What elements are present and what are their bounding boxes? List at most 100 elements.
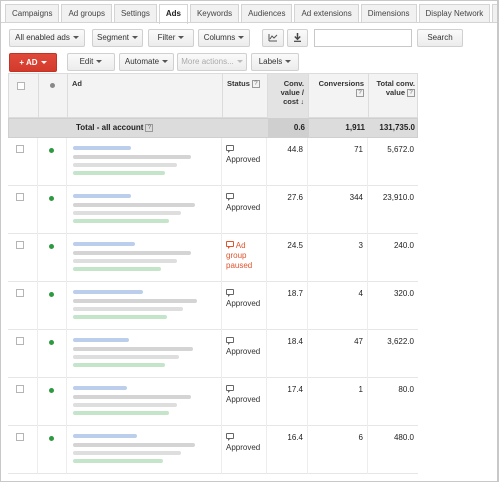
ad-description-blurred	[73, 163, 177, 167]
help-icon[interactable]: ?	[356, 89, 364, 98]
ad-headline-blurred[interactable]	[73, 242, 135, 246]
table-row: Approved 16.4 6 480.0	[8, 426, 418, 474]
help-icon[interactable]: ?	[145, 123, 154, 132]
tab-ad-extensions[interactable]: Ad extensions	[294, 4, 359, 23]
row-checkbox[interactable]	[16, 145, 24, 153]
ad-status-filter-select[interactable]: All enabled ads	[9, 29, 85, 47]
download-button[interactable]	[287, 29, 308, 47]
header-total-conv-value[interactable]: Total conv. value?	[369, 74, 419, 119]
row-conv-value-cost: 44.8	[267, 138, 308, 186]
select-all-checkbox[interactable]	[17, 82, 25, 90]
search-button[interactable]: Search	[417, 29, 463, 47]
chart-toggle-button[interactable]	[262, 29, 284, 47]
enabled-status-dot-icon[interactable]	[49, 148, 54, 153]
tab-dimensions[interactable]: Dimensions	[360, 4, 417, 23]
add-ad-button[interactable]: + AD	[9, 53, 57, 72]
table-row: Approved 18.7 4 320.0	[8, 282, 418, 330]
ad-headline-blurred[interactable]	[73, 194, 131, 198]
ad-description-blurred	[73, 259, 177, 263]
chevron-down-icon	[132, 36, 139, 40]
ad-preview-cell[interactable]	[67, 186, 222, 234]
header-status[interactable]: Status?	[223, 74, 268, 119]
ad-description-blurred	[73, 155, 191, 159]
row-checkbox[interactable]	[16, 433, 24, 441]
ad-preview-cell[interactable]	[67, 426, 222, 474]
chevron-down-icon	[40, 61, 47, 65]
enabled-status-dot-icon[interactable]	[49, 436, 54, 441]
row-status-dot-cell	[38, 282, 67, 330]
ad-status: Ad group paused	[226, 241, 262, 271]
ad-preview-cell[interactable]	[67, 234, 222, 282]
row-checkbox[interactable]	[16, 337, 24, 345]
tabs-divider	[1, 22, 498, 23]
row-status-dot-cell	[38, 378, 67, 426]
header-ad[interactable]: Ad	[68, 74, 223, 119]
row-conv-value-cost: 17.4	[267, 378, 308, 426]
row-conv-value-cost: 16.4	[267, 426, 308, 474]
enabled-status-dot-icon[interactable]	[49, 340, 54, 345]
ad-headline-blurred[interactable]	[73, 386, 127, 390]
ad-headline-blurred[interactable]	[73, 146, 131, 150]
speech-bubble-icon[interactable]	[226, 145, 234, 153]
enabled-status-dot-icon[interactable]	[49, 292, 54, 297]
header-conversions[interactable]: Conversions?	[309, 74, 369, 119]
row-checkbox[interactable]	[16, 289, 24, 297]
row-select-cell	[8, 138, 38, 186]
search-input[interactable]	[314, 29, 412, 47]
speech-bubble-icon[interactable]	[226, 337, 234, 345]
ad-description-blurred	[73, 251, 191, 255]
enabled-status-dot-icon[interactable]	[49, 196, 54, 201]
sort-descending-icon: ↓	[300, 99, 305, 106]
header-conv-value-cost[interactable]: Conv. value / cost ↓	[268, 74, 309, 119]
more-actions-button[interactable]: More actions...	[177, 53, 247, 71]
ad-preview-cell[interactable]	[67, 330, 222, 378]
segment-button[interactable]: Segment	[92, 29, 143, 47]
automate-button[interactable]: Automate	[119, 53, 174, 71]
ad-preview-cell[interactable]	[67, 138, 222, 186]
row-select-cell	[8, 330, 38, 378]
ad-status-text: Approved	[226, 299, 261, 308]
ad-preview-cell[interactable]	[67, 282, 222, 330]
ad-headline-blurred[interactable]	[73, 434, 137, 438]
speech-bubble-icon[interactable]	[226, 433, 234, 441]
status-dot-icon[interactable]	[50, 83, 55, 88]
row-conv-value-cost: 24.5	[267, 234, 308, 282]
speech-bubble-icon[interactable]	[226, 193, 234, 201]
ad-status: Approved	[226, 337, 262, 357]
enabled-status-dot-icon[interactable]	[49, 244, 54, 249]
header-ad-label: Ad	[72, 79, 82, 88]
row-checkbox[interactable]	[16, 193, 24, 201]
row-checkbox[interactable]	[16, 241, 24, 249]
ad-headline-blurred[interactable]	[73, 338, 129, 342]
tab-ads[interactable]: Ads	[158, 4, 188, 24]
tab-ad-groups[interactable]: Ad groups	[61, 4, 112, 23]
help-icon[interactable]: ?	[407, 89, 415, 98]
help-icon[interactable]: ?	[251, 80, 260, 89]
row-checkbox[interactable]	[16, 385, 24, 393]
ad-display-url-blurred	[73, 363, 165, 367]
speech-bubble-icon[interactable]	[226, 241, 234, 249]
labels-label: Labels	[258, 57, 283, 66]
tab-settings[interactable]: Settings	[113, 4, 157, 23]
table-row: Ad group paused 24.5 3 240.0	[8, 234, 418, 282]
speech-bubble-icon[interactable]	[226, 289, 234, 297]
edit-button[interactable]: Edit	[67, 53, 115, 71]
labels-button[interactable]: Labels	[251, 53, 299, 71]
row-select-cell	[8, 426, 38, 474]
tab-campaigns[interactable]: Campaigns	[5, 4, 60, 23]
columns-button[interactable]: Columns	[198, 29, 250, 47]
row-conv-value-cost: 18.7	[267, 282, 308, 330]
filter-button[interactable]: Filter	[148, 29, 194, 47]
speech-bubble-icon[interactable]	[226, 385, 234, 393]
table-row: Approved 18.4 47 3,622.0	[8, 330, 418, 378]
row-status-dot-cell	[38, 186, 67, 234]
enabled-status-dot-icon[interactable]	[49, 388, 54, 393]
ad-display-url-blurred	[73, 267, 161, 271]
ad-headline-blurred[interactable]	[73, 290, 143, 294]
ad-status: Approved	[226, 145, 262, 165]
tab-keywords[interactable]: Keywords	[189, 4, 240, 23]
tab-display-network[interactable]: Display Network	[418, 4, 491, 23]
row-status-dot-cell	[38, 330, 67, 378]
ad-preview-cell[interactable]	[67, 378, 222, 426]
tab-audiences[interactable]: Audiences	[241, 4, 293, 23]
